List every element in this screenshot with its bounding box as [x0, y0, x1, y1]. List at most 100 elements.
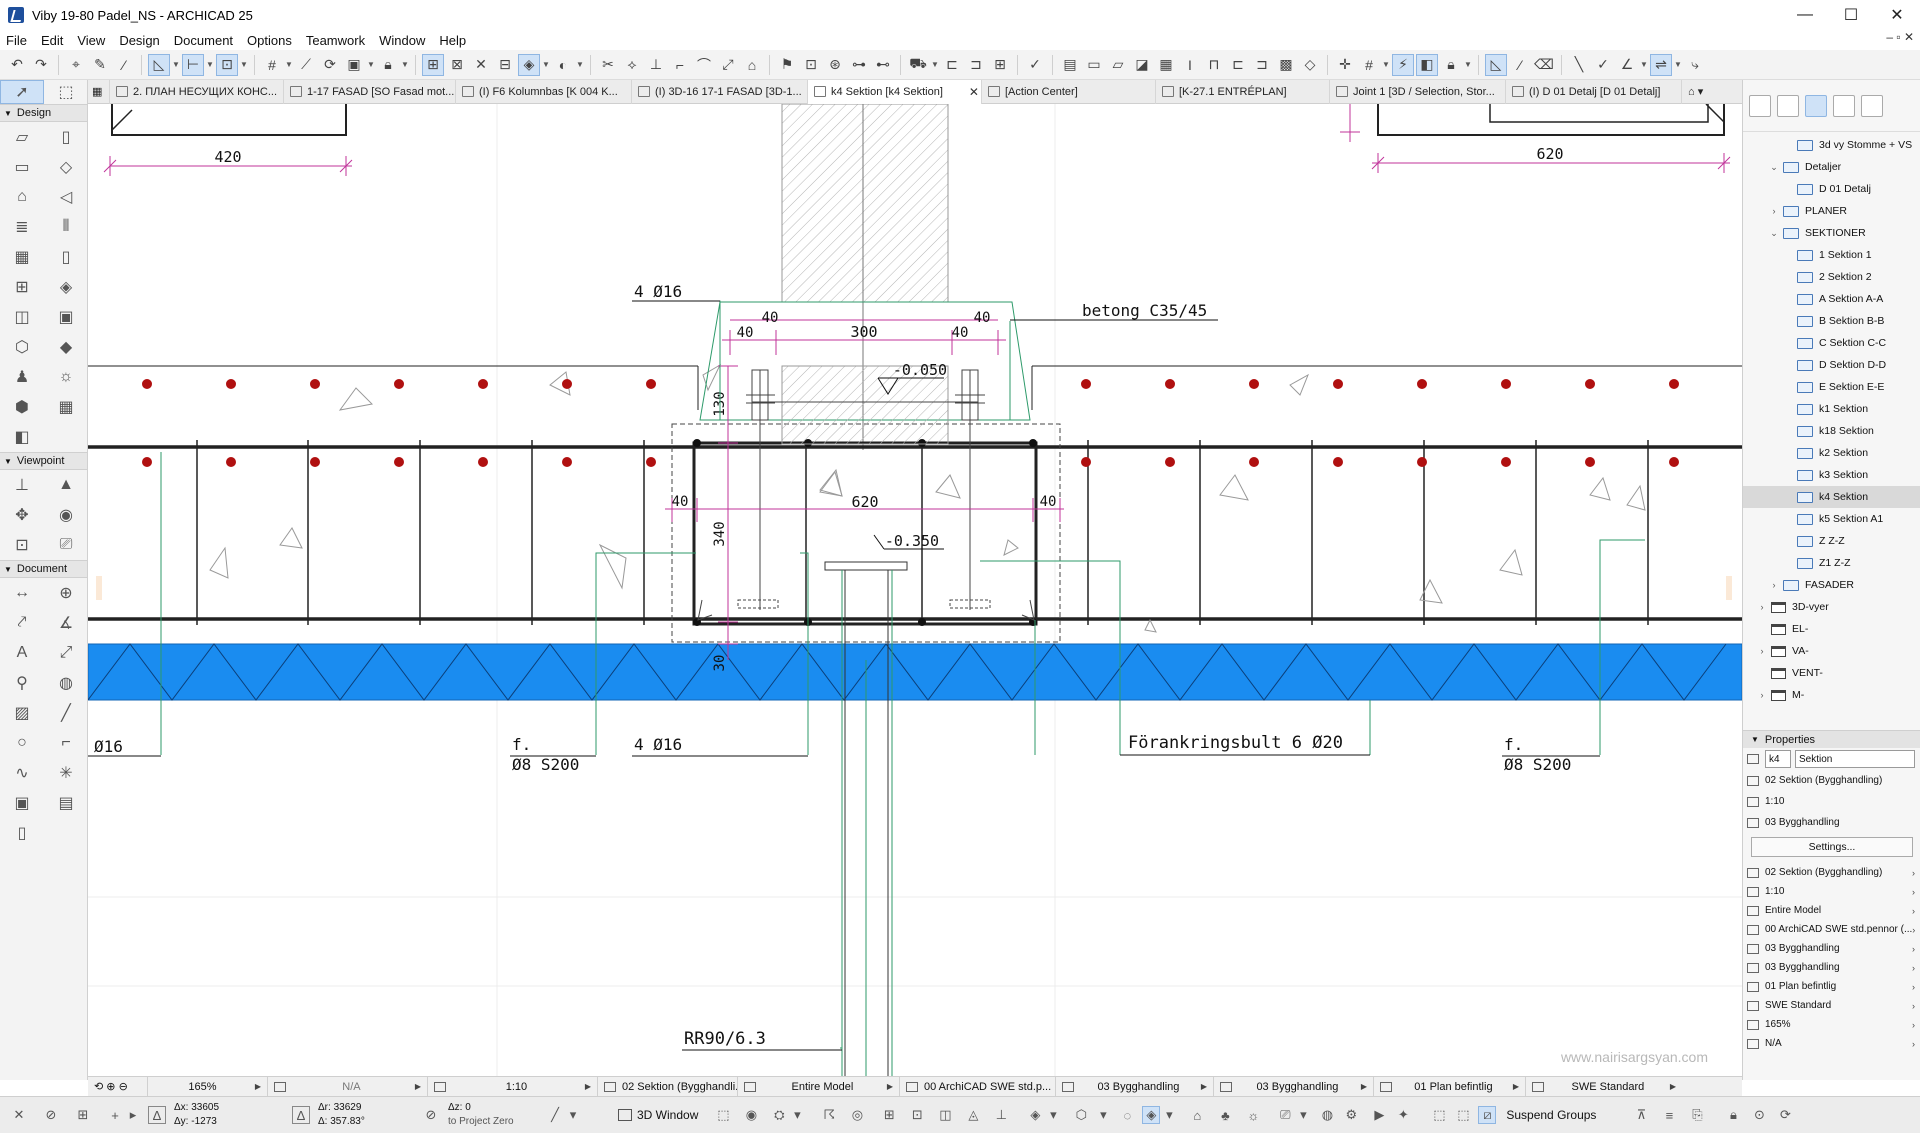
prop-layer-combo[interactable]: 02 Sektion (Bygghandling) [1743, 770, 1920, 791]
filter-icon[interactable]: ⊞ [880, 1106, 898, 1124]
3d-window-button[interactable]: 3D Window [612, 1108, 704, 1122]
snap-icon[interactable]: ⊘ [42, 1106, 60, 1124]
toolbox-section-viewpoint[interactable]: ▼ Viewpoint [0, 452, 87, 470]
change-marker-icon[interactable]: ▯ [0, 818, 44, 848]
cancel-icon[interactable]: ✕ [10, 1106, 28, 1124]
object-icon[interactable]: ▣ [44, 302, 88, 332]
tab-list-icon[interactable]: ⌂ ▾ [1682, 80, 1736, 104]
view-property-row[interactable]: 01 Plan befintlig › [1743, 977, 1920, 996]
tree-item[interactable]: k4 Sektion [1743, 486, 1920, 508]
tab-action-center[interactable]: [Action Center] [982, 79, 1156, 104]
interior-elevation-icon[interactable]: ✥ [0, 500, 44, 530]
close-window-button[interactable]: ✕ [1874, 0, 1920, 30]
beam-icon[interactable]: ▭ [0, 152, 44, 182]
project-map-icon[interactable] [1749, 94, 1771, 117]
tab-fasad[interactable]: 1-17 FASAD [SO Fasad mot... [284, 79, 456, 104]
window-tool-icon[interactable]: ⊏ [1227, 54, 1249, 76]
tree-item[interactable]: 1 Sektion 1 [1743, 244, 1920, 266]
shell-icon[interactable]: ◁ [44, 182, 88, 212]
zoom-out-icon[interactable]: ⊖ [119, 1080, 128, 1093]
tree-item[interactable]: A Sektion A-A [1743, 288, 1920, 310]
tree-item[interactable]: k18 Sektion [1743, 420, 1920, 442]
edit-icon[interactable]: ⊞ [422, 53, 444, 76]
orientation-selector[interactable]: N/A ▶ [268, 1076, 428, 1097]
restore-down-icon[interactable]: – ▫ ✕ [1886, 30, 1914, 44]
section-drawing[interactable]: 420 620 40 40 300 40 40 130 40 620 40 34… [88, 104, 1742, 1076]
roof-icon[interactable]: ⌂ [0, 182, 44, 212]
tab-joint[interactable]: Joint 1 [3D / Selection, Stor... [1330, 79, 1506, 104]
link-icon[interactable]: ⊶ [848, 54, 870, 76]
tab-plan[interactable]: 2. ПЛАН НЕСУЩИХ КОНС... [110, 79, 284, 104]
layer-icon[interactable]: ◈ [1026, 1106, 1044, 1124]
wall-icon[interactable]: ▱ [0, 122, 44, 152]
erase-icon[interactable]: ⌫ [1533, 54, 1555, 76]
tree-item[interactable]: k2 Sektion [1743, 442, 1920, 464]
camera-icon[interactable]: ⎚ [1276, 1106, 1294, 1124]
chevron-down-icon[interactable]: ▼ [206, 60, 214, 69]
undo-icon[interactable]: ↶ [6, 54, 28, 76]
bring-forward-icon[interactable]: ⎘ [1688, 1106, 1706, 1124]
tab-kolumnbas[interactable]: (I) F6 Kolumnbas [K 004 K... [456, 79, 632, 104]
rotate-icon[interactable]: ⟳ [319, 54, 341, 76]
chevron-right-icon[interactable]: › [1769, 580, 1779, 590]
zoom-selector[interactable]: 165% ▶ [148, 1076, 268, 1097]
scale-selector[interactable]: 1:10 ▶ [428, 1076, 598, 1097]
zoom-in-icon[interactable]: ⊕ [106, 1080, 115, 1093]
fillet-icon[interactable]: ⌒ [693, 54, 715, 76]
chevron-down-icon[interactable]: ▼ [1674, 60, 1682, 69]
chevron-down-icon[interactable]: ▼ [576, 60, 584, 69]
mirror-icon[interactable]: ⇌ [1650, 53, 1672, 76]
tree-item[interactable]: D 01 Detalj [1743, 178, 1920, 200]
window-icon[interactable]: ⊞ [0, 272, 44, 302]
section-drawing-canvas[interactable]: 420 620 40 40 300 40 40 130 40 620 40 34… [88, 104, 1742, 1076]
pencil-icon[interactable]: ╱ [546, 1106, 564, 1124]
person-icon[interactable]: ♟ [0, 362, 44, 392]
menu-file[interactable]: File [0, 33, 34, 48]
chevron-right-icon[interactable]: ▸ [124, 1106, 142, 1124]
polyline-icon[interactable]: ⌐ [44, 728, 88, 758]
door-tool-icon[interactable]: ⊓ [1203, 54, 1225, 76]
offset-icon[interactable]: ⤷ [1684, 54, 1706, 76]
camera-icon[interactable]: ⎚ [44, 530, 88, 560]
railing-icon[interactable]: ⊐ [965, 54, 987, 76]
tree-item[interactable]: C Sektion C-C [1743, 332, 1920, 354]
walk-icon[interactable]: ☈ [820, 1106, 838, 1124]
suspend-groups-icon[interactable]: ⧄ [1478, 1106, 1497, 1124]
layer-combination-selector[interactable]: 02 Sektion (Bygghandli...▶ [598, 1076, 738, 1097]
radial-dimension-icon[interactable]: ⤤ [0, 608, 44, 638]
group-select-icon[interactable]: ⬚ [1430, 1106, 1448, 1124]
surface-icon[interactable]: ◐ [552, 54, 574, 76]
align-icon[interactable]: ⟡ [621, 54, 643, 76]
change-icon[interactable]: ⊛ [824, 54, 846, 76]
group-icon[interactable]: ⬡ [1072, 1106, 1090, 1124]
view-name-field[interactable]: Sektion [1795, 750, 1915, 768]
tab-overview-icon[interactable]: ▦ [88, 79, 110, 104]
menu-help[interactable]: Help [432, 33, 473, 48]
tree-item[interactable]: › PLANER [1743, 200, 1920, 222]
hatch-icon[interactable]: ▨ [0, 698, 44, 728]
angle-icon[interactable]: ∠ [1616, 54, 1638, 76]
video-icon[interactable]: ▶ [1370, 1106, 1388, 1124]
curtain-wall-icon[interactable]: ▦ [0, 242, 44, 272]
tab-k4-sektion[interactable]: k4 Sektion [k4 Sektion] ✕ [808, 79, 982, 104]
explore-icon[interactable]: ⛭ [770, 1106, 788, 1124]
magic-wand-icon[interactable]: ⚡ [1392, 53, 1414, 76]
chevron-down-icon[interactable]: ▾ [788, 1106, 806, 1124]
toolbox-section-document[interactable]: ▼ Document [0, 560, 87, 578]
renovation-filter-selector[interactable]: 01 Plan befintlig ▶ [1374, 1076, 1526, 1097]
wall-tool-icon[interactable]: ▤ [1059, 54, 1081, 76]
view-property-row[interactable]: 03 Bygghandling › [1743, 939, 1920, 958]
slab-tool-icon[interactable]: ▱ [1107, 54, 1129, 76]
view-property-row[interactable]: 03 Bygghandling › [1743, 958, 1920, 977]
brush-icon[interactable]: ⁄ [1509, 54, 1531, 76]
project-map-shortcut-icon[interactable] [1777, 94, 1799, 117]
view-map-icon[interactable] [1805, 94, 1827, 117]
detail-icon[interactable]: ⊡ [0, 530, 44, 560]
chevron-right-icon[interactable]: › [1769, 206, 1779, 216]
stack-icon[interactable]: ≡ [1660, 1106, 1678, 1124]
zone-icon[interactable]: ⬡ [0, 332, 44, 362]
arrow-selection-icon[interactable]: ➚ [0, 80, 44, 104]
elevate-icon[interactable]: ⊼ [1632, 1106, 1650, 1124]
fill-icon[interactable]: ◍ [44, 668, 88, 698]
circle-icon[interactable]: ○ [0, 728, 44, 758]
